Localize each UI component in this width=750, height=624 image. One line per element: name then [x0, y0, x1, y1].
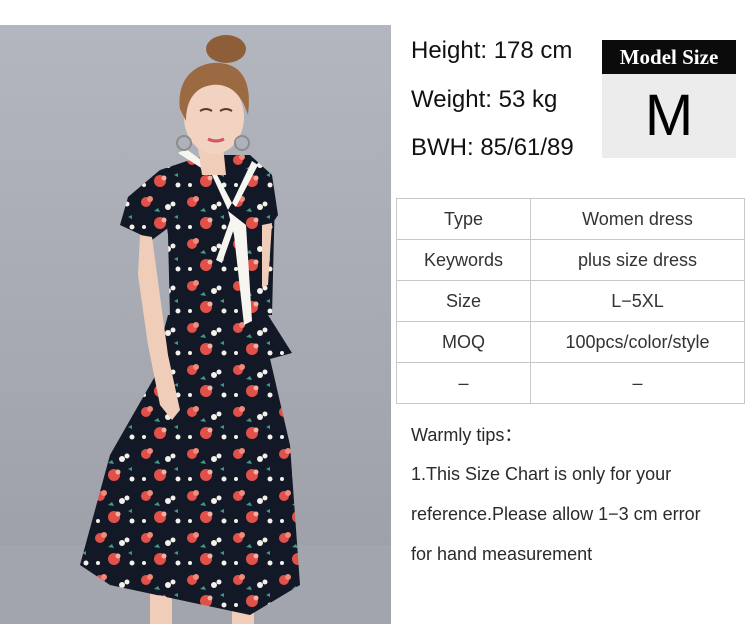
tips-heading: Warmly tips：: [411, 425, 523, 445]
model-size-value: M: [602, 74, 736, 158]
spec-key: MOQ: [396, 321, 531, 363]
model-weight: Weight: 53 kg: [411, 86, 558, 113]
table-row: MOQ 100pcs/color/style: [396, 321, 745, 363]
spec-value: plus size dress: [530, 239, 745, 281]
spec-key: Size: [396, 280, 531, 322]
model-size-label: Model Size: [602, 40, 736, 74]
table-row: Type Women dress: [396, 198, 745, 240]
spec-value: L−5XL: [530, 280, 745, 322]
spec-value: Women dress: [530, 198, 745, 240]
tips-line: reference.Please allow 1−3 cm error: [411, 504, 701, 524]
spec-key: Type: [396, 198, 531, 240]
tips-line: for hand measurement: [411, 544, 593, 564]
spec-value: 100pcs/color/style: [530, 321, 745, 363]
spec-value: –: [530, 362, 745, 404]
model-illustration: [0, 35, 391, 624]
table-row: – –: [396, 362, 745, 404]
tips-line: 1.This Size Chart is only for your: [411, 464, 672, 484]
table-row: Size L−5XL: [396, 280, 745, 322]
model-photo: [0, 25, 391, 624]
model-size-badge: Model Size M: [602, 40, 736, 158]
spec-key: Keywords: [396, 239, 531, 281]
model-height: Height: 178 cm: [411, 37, 573, 64]
spec-table: Type Women dress Keywords plus size dres…: [396, 198, 745, 404]
spec-key: –: [396, 362, 531, 404]
model-bwh: BWH: 85/61/89: [411, 134, 574, 161]
table-row: Keywords plus size dress: [396, 239, 745, 281]
